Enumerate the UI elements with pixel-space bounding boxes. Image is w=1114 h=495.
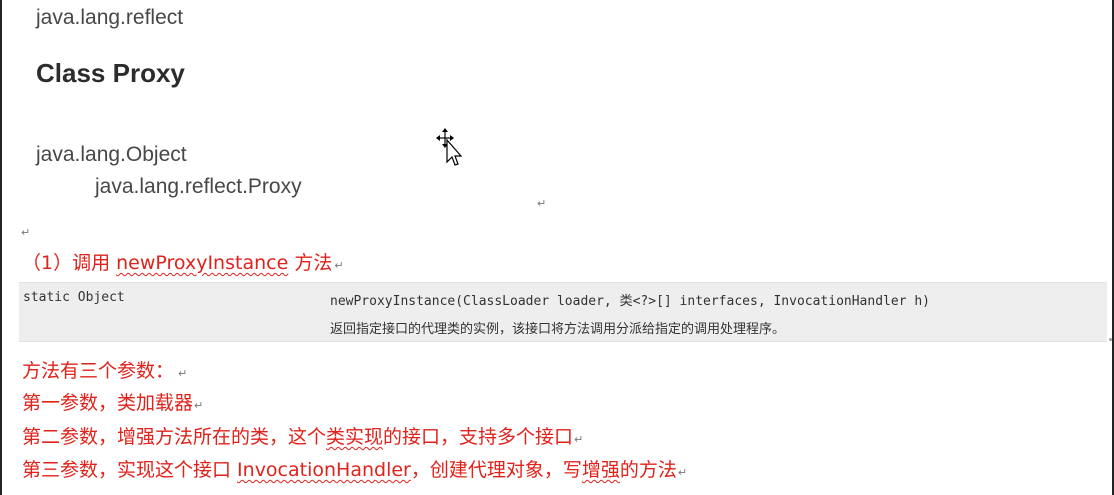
paragraph-mark: ↵ — [194, 399, 204, 412]
note-text: ，创建代理对象，写 — [410, 459, 582, 481]
note-text: 方法有三个参数： — [22, 360, 175, 382]
margin-dot — [1109, 338, 1112, 341]
method-signature: newProxyInstance(ClassLoader loader, 类<?… — [330, 294, 930, 309]
note-text: 增强 — [581, 459, 620, 481]
step1-prefix: （1）调用 — [22, 252, 117, 274]
note-text: 的接口，支持多个接口 — [383, 426, 574, 448]
note-line-2: 第一参数，类加载器↵ — [22, 388, 203, 415]
note-text: 第二参数，增强方法所在的类，这个 — [22, 426, 327, 448]
hierarchy-child: java.lang.reflect.Proxy — [95, 175, 302, 198]
note-text: 类实现 — [326, 426, 384, 448]
note-line-3: 第二参数，增强方法所在的类，这个类实现的接口，支持多个接口↵ — [22, 422, 583, 449]
note-text: 的方法 — [619, 459, 677, 481]
step1-heading: （1）调用 newProxyInstance 方法 ↵ — [22, 248, 344, 275]
move-cursor-icon — [436, 128, 463, 166]
paragraph-mark: ↵ — [537, 197, 547, 210]
note-line-4: 第三参数，实现这个接口 InvocationHandler，创建代理对象，写增强… — [22, 455, 687, 482]
hierarchy-parent: java.lang.Object — [36, 143, 187, 166]
class-title: Class Proxy — [36, 58, 185, 88]
method-description: 返回指定接口的代理类的实例，该接口将方法调用分派给指定的调用处理程序。 — [330, 322, 786, 337]
paragraph-mark: ↵ — [21, 226, 31, 239]
api-method-row: static Object newProxyInstance(ClassLoad… — [19, 282, 1107, 342]
paragraph-mark: ↵ — [574, 433, 584, 446]
note-text: 第三参数，实现这个接口 — [22, 459, 238, 481]
paragraph-mark: ↵ — [677, 466, 688, 479]
step1-method: newProxyInstance — [116, 252, 289, 274]
step1-suffix: 方法 — [288, 252, 333, 274]
package-name: java.lang.reflect — [36, 6, 184, 29]
note-line-1: 方法有三个参数： ↵ — [22, 356, 187, 383]
note-text: 第一参数，类加载器 — [22, 392, 194, 414]
paragraph-mark: ↵ — [178, 367, 188, 380]
method-modifier: static Object — [23, 290, 125, 305]
paragraph-mark: ↵ — [334, 259, 344, 272]
note-text: InvocationHandler — [237, 459, 411, 481]
